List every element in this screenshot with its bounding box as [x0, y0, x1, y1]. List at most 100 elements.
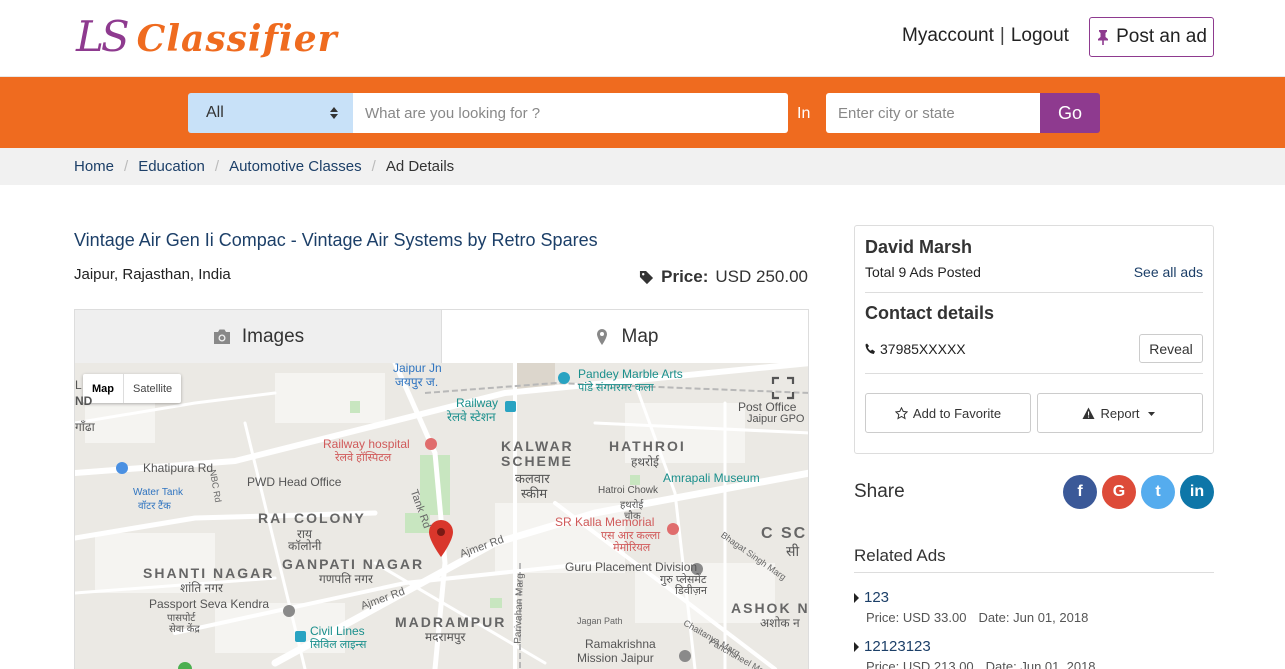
favorite-label: Add to Favorite [912, 405, 1002, 421]
post-ad-label: Post an ad [1116, 26, 1207, 47]
map-label: Khatipura Rd [143, 461, 214, 475]
map-label: L [75, 378, 82, 392]
reveal-button[interactable]: Reveal [1139, 334, 1203, 363]
map-label: Post Office [738, 400, 797, 414]
select-arrows-icon [330, 107, 338, 119]
city-input[interactable]: Enter city or state [826, 93, 1040, 133]
account-links: Myaccount | Logout [902, 25, 1069, 47]
related-ad-title[interactable]: 123 [854, 589, 1214, 606]
seller-panel: David Marsh Total 9 Ads Posted See all a… [854, 225, 1214, 454]
caret-right-icon [854, 592, 859, 603]
map-label: पांडे संगमरमर कला [578, 382, 654, 394]
tab-images-label: Images [241, 325, 305, 347]
camera-icon [213, 329, 230, 344]
report-label: Report [1100, 405, 1140, 421]
tab-map[interactable]: Map [442, 310, 808, 363]
ads-posted-count: Total 9 Ads Posted [865, 264, 981, 280]
map-label: शांति नगर [180, 581, 223, 595]
search-placeholder: What are you looking for ? [365, 104, 541, 122]
site-header: LS Classifier Myaccount | Logout Post an… [0, 0, 1285, 77]
logout-link[interactable]: Logout [1011, 25, 1069, 47]
map-label: SCHEME [501, 453, 573, 469]
warning-icon [1082, 407, 1095, 419]
share-label: Share [854, 481, 905, 502]
go-button[interactable]: Go [1040, 93, 1100, 133]
breadcrumb-education[interactable]: Education [138, 158, 205, 175]
breadcrumb-bar: Home / Education / Automotive Classes / … [0, 148, 1285, 185]
seller-name: David Marsh [865, 237, 973, 257]
twitter-share-button[interactable]: t [1141, 475, 1175, 509]
ad-price: Price: USD 250.00 [639, 267, 808, 287]
star-icon [894, 406, 908, 419]
category-select[interactable]: All [188, 93, 353, 133]
related-ad-title-text: 12123123 [864, 638, 931, 655]
map-label: रेलवे हॉस्पिटल [335, 452, 392, 464]
contact-heading: Contact details [865, 303, 995, 323]
map-label: Pandey Marble Arts [578, 367, 683, 381]
caret-down-icon [1147, 411, 1155, 416]
map-marker-icon [596, 328, 607, 345]
map-label: Hatroi Chowk [598, 485, 659, 496]
map-label: रेलवे स्टेशन [447, 410, 496, 424]
map-label: Civil Lines [310, 624, 365, 638]
map-label: डिवीज़न [675, 585, 707, 597]
related-ads-heading: Related Ads [854, 546, 946, 565]
map-label: Railway hospital [323, 437, 410, 451]
post-ad-button[interactable]: Post an ad [1089, 17, 1214, 57]
price-label: Price: [661, 267, 709, 286]
phone-number: 37985XXXXX [865, 341, 966, 357]
ad-location: Jaipur, Rajasthan, India [74, 266, 231, 283]
map-label: हथरोई [631, 455, 659, 469]
media-tabs: Images Map [74, 309, 809, 363]
map-label: मदरामपुर [425, 630, 466, 644]
breadcrumb-automotive-classes[interactable]: Automotive Classes [229, 158, 362, 175]
related-ad-date: Date: Jun 01, 2018 [985, 659, 1096, 669]
map-label: Water Tank [133, 487, 184, 498]
pin-icon [1098, 30, 1109, 45]
map-label: SR Kalla Memorial [555, 515, 655, 529]
map-label: अशोक न [760, 616, 800, 630]
divider [854, 572, 1214, 573]
tab-images[interactable]: Images [75, 310, 442, 363]
map-type-satellite[interactable]: Satellite [124, 374, 181, 403]
map-label: गाँढा [75, 420, 95, 434]
map-label: ND [75, 394, 93, 408]
map-label: HATHROI [609, 438, 686, 454]
in-label: In [797, 105, 811, 122]
related-ad-price: Price: USD 33.00 [866, 610, 967, 625]
map-label: जयपुर ज. [395, 375, 439, 389]
facebook-share-button[interactable]: f [1063, 475, 1097, 509]
breadcrumb-ad-details: Ad Details [385, 158, 455, 175]
logo-text: Classifier [136, 18, 338, 60]
related-ad-title[interactable]: 12123123 [854, 638, 1214, 655]
related-ad-item: 123 Price: USD 33.00 Date: Jun 01, 2018 [854, 589, 1214, 625]
see-all-ads-link[interactable]: See all ads [1134, 264, 1203, 280]
map-label: PWD Head Office [247, 475, 342, 489]
map-label: सी [786, 543, 800, 559]
map-label: RAI COLONY [258, 510, 366, 526]
map-label: Jaipur GPO [747, 413, 805, 425]
breadcrumb-home[interactable]: Home [74, 158, 114, 175]
search-bar: All What are you looking for ? In Enter … [0, 77, 1285, 148]
logo-mark: LS [76, 12, 130, 61]
account-separator: | [999, 25, 1005, 46]
add-to-favorite-button[interactable]: Add to Favorite [865, 393, 1031, 433]
location-map[interactable]: Map Satellite L ND गाँढा Jaipur Jn जयपुर… [74, 363, 809, 669]
related-ad-date: Date: Jun 01, 2018 [978, 610, 1089, 625]
map-label: Mission Jaipur [577, 651, 654, 665]
map-label: सिविल लाइन्स [310, 639, 367, 651]
site-logo[interactable]: LS Classifier [76, 12, 338, 61]
google-share-button[interactable]: G [1102, 475, 1136, 509]
search-input[interactable]: What are you looking for ? [353, 93, 788, 133]
linkedin-share-button[interactable]: in [1180, 475, 1214, 509]
map-label: Ramakrishna [585, 637, 656, 651]
fullscreen-icon[interactable] [770, 375, 796, 401]
phone-value: 37985XXXXX [880, 341, 966, 357]
breadcrumb: Home / Education / Automotive Classes / … [74, 158, 454, 175]
map-label: Passport Seva Kendra [149, 597, 270, 611]
breadcrumb-separator: / [371, 158, 376, 175]
report-button[interactable]: Report [1037, 393, 1203, 433]
map-label: वॉटर टैंक [138, 501, 171, 512]
myaccount-link[interactable]: Myaccount [902, 25, 994, 47]
related-ad-title-text: 123 [864, 589, 890, 606]
